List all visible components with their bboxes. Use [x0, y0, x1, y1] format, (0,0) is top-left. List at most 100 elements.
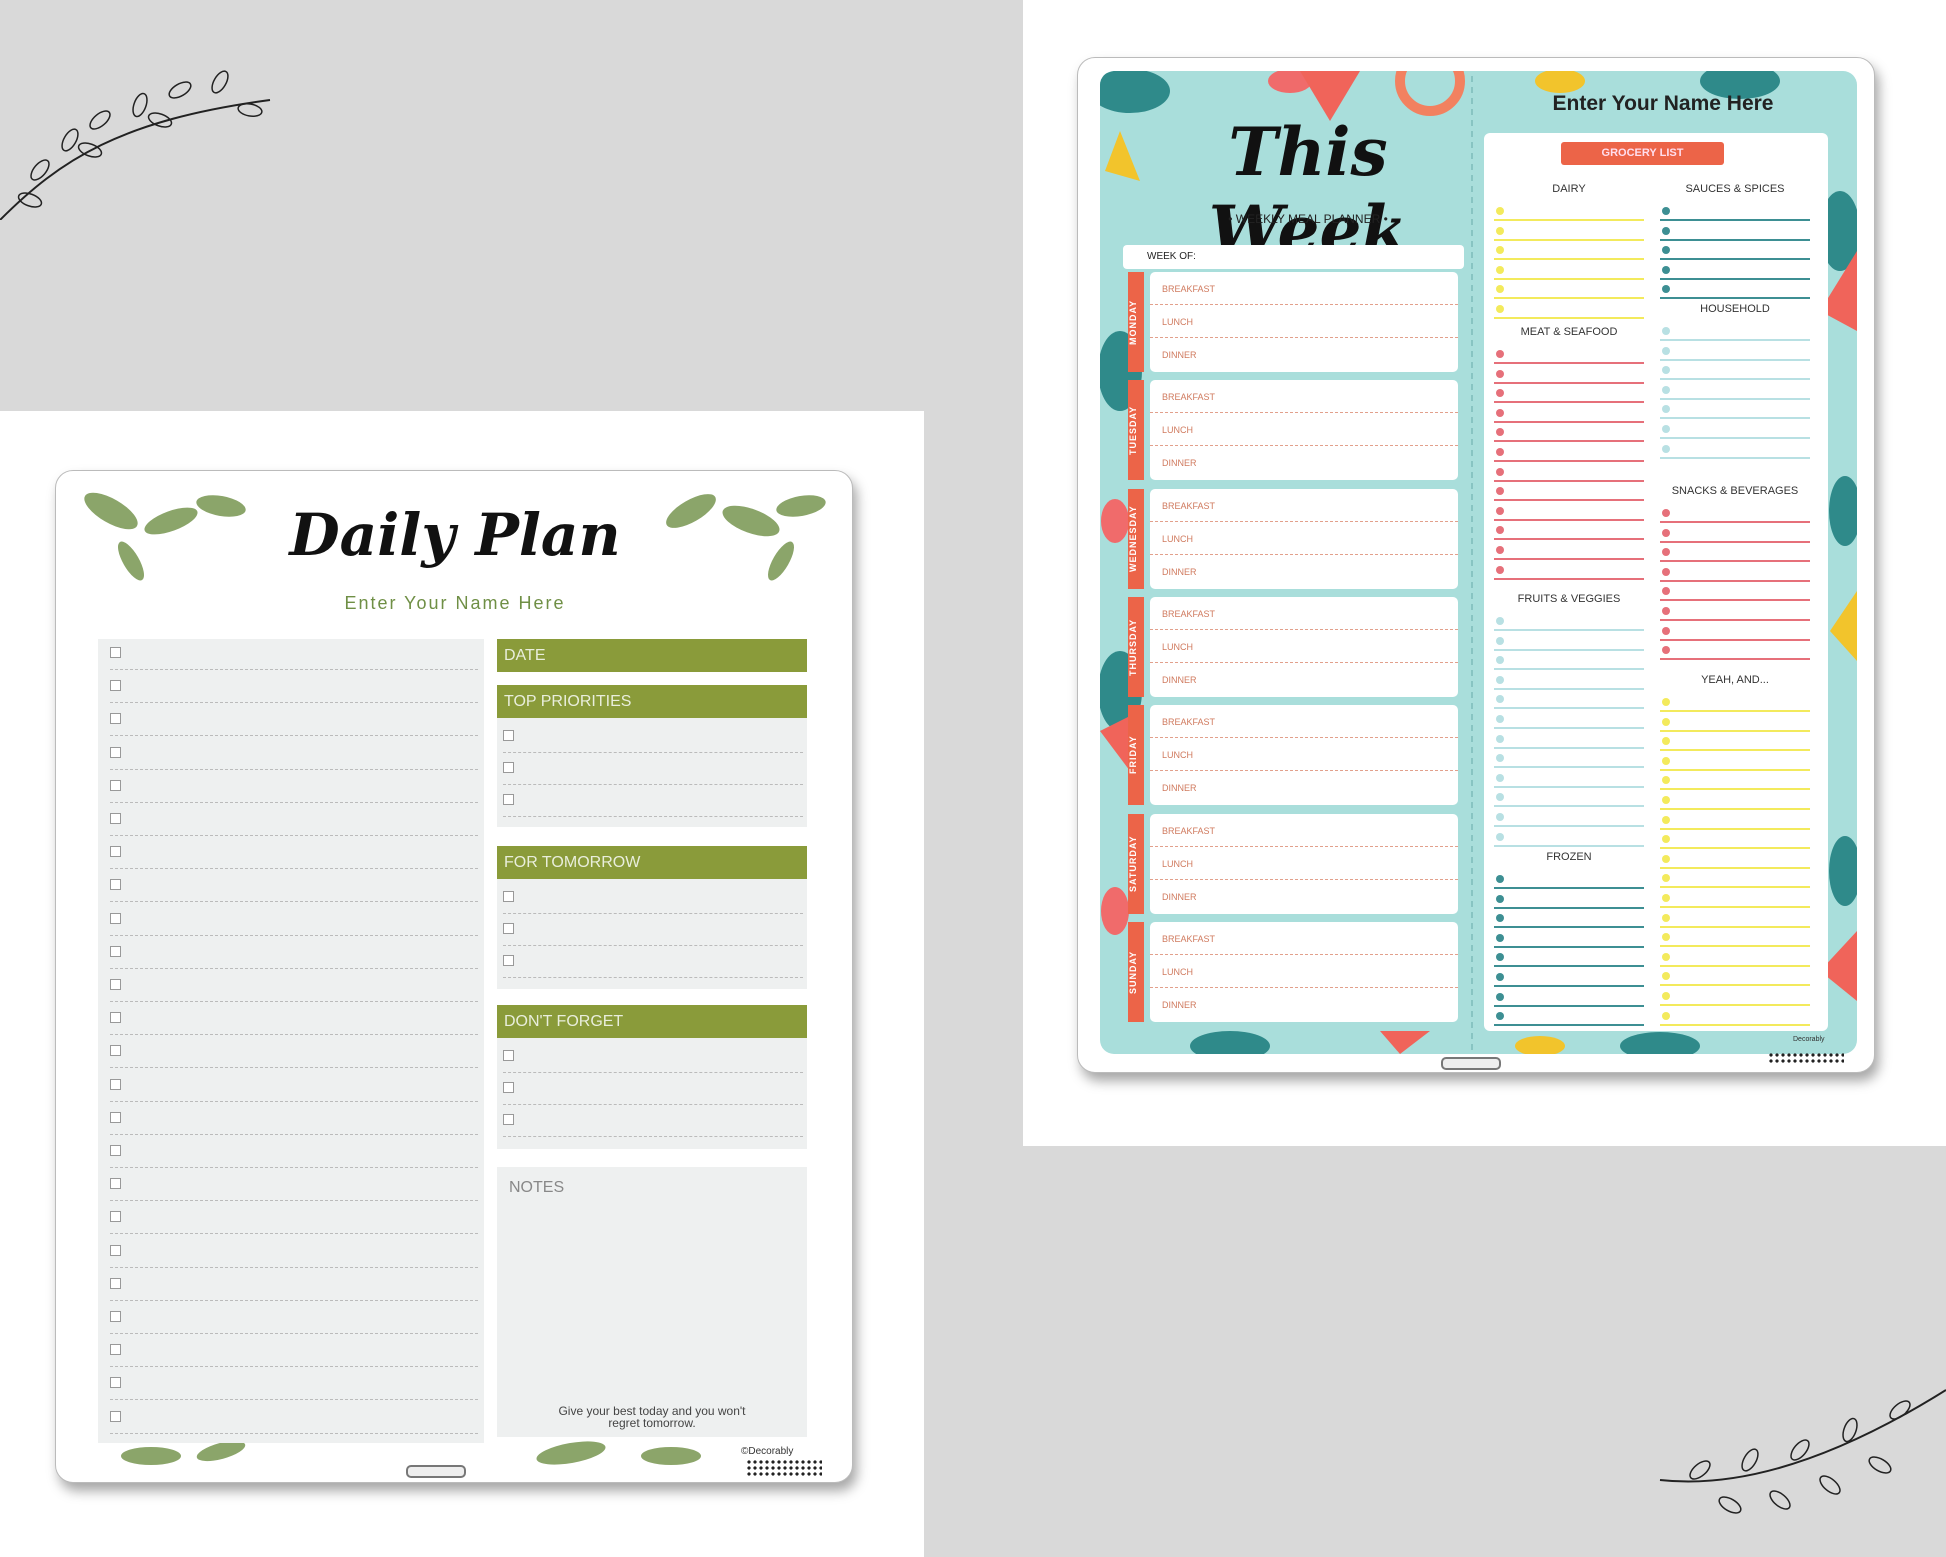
- meal-label: LUNCH: [1162, 858, 1194, 869]
- branch-decoration-top-left: [0, 70, 271, 220]
- task-checkbox[interactable]: [110, 1111, 121, 1123]
- task-checkbox[interactable]: [110, 647, 121, 658]
- bullet-dot: [1496, 813, 1504, 821]
- bullet-dot: [1496, 285, 1504, 294]
- task-checkbox[interactable]: [110, 1145, 121, 1156]
- bullet-dot: [1662, 528, 1670, 537]
- name-field[interactable]: Enter Your Name Here: [56, 593, 854, 614]
- name-field[interactable]: Enter Your Name Here: [1473, 92, 1853, 116]
- task-checkbox[interactable]: [110, 1178, 121, 1190]
- day-block: WEDNESDAY BREAKFAST LUNCH DINNER: [1128, 488, 1458, 589]
- item-checkbox[interactable]: [503, 730, 514, 741]
- item-line: [1494, 746, 1644, 749]
- task-checkbox[interactable]: [110, 1377, 121, 1389]
- weekly-meal-planner-subtitle: • WEEKLY MEAL PLANNER •: [1228, 212, 1388, 226]
- item-checkbox[interactable]: [503, 923, 514, 934]
- item-checkbox[interactable]: [503, 955, 514, 966]
- item-line: [1494, 629, 1644, 631]
- task-line: [110, 967, 478, 969]
- task-line: [110, 901, 478, 903]
- item-checkbox[interactable]: [503, 1050, 514, 1061]
- day-block: FRIDAY BREAKFAST LUNCH DINNER: [1128, 705, 1458, 806]
- daily-plan-board: Daily Plan Enter Your Name Here DATE TOP…: [55, 470, 853, 1483]
- item-line: [1494, 420, 1644, 423]
- day-meals: BREAKFAST LUNCH DINNER: [1150, 488, 1458, 589]
- task-checkbox[interactable]: [110, 1078, 121, 1090]
- task-checkbox[interactable]: [110, 846, 121, 858]
- item-line: [1494, 258, 1644, 261]
- bullet-dot: [1662, 776, 1670, 785]
- bullet-dot: [1496, 875, 1504, 883]
- item-checkbox[interactable]: [503, 1114, 514, 1125]
- bullet-dot: [1496, 914, 1504, 923]
- bullet-dot: [1662, 913, 1670, 922]
- bullet-dot: [1662, 548, 1670, 557]
- item-line: [1494, 317, 1644, 319]
- task-line: [110, 1034, 478, 1036]
- bullet-dot: [1496, 953, 1504, 962]
- bullet-dot: [1496, 675, 1504, 684]
- item-line: [1660, 437, 1810, 439]
- task-checkbox[interactable]: [110, 680, 121, 692]
- item-line: [1494, 727, 1644, 729]
- task-checkbox[interactable]: [110, 779, 121, 791]
- item-line: [1494, 707, 1644, 710]
- item-line: [1660, 297, 1810, 300]
- task-checkbox[interactable]: [110, 813, 121, 824]
- item-line: [1660, 964, 1810, 967]
- item-line: [503, 1072, 803, 1073]
- day-meals: BREAKFAST LUNCH DINNER: [1150, 813, 1458, 914]
- task-line: [110, 868, 478, 870]
- item-checkbox[interactable]: [503, 794, 514, 805]
- task-checkbox[interactable]: [110, 1344, 121, 1356]
- day-block: SATURDAY BREAKFAST LUNCH DINNER: [1128, 813, 1458, 914]
- task-checkbox[interactable]: [110, 1311, 121, 1322]
- item-line: [1660, 984, 1810, 987]
- grocery-list-button[interactable]: GROCERY LIST: [1561, 142, 1724, 165]
- bullet-dot: [1662, 346, 1670, 355]
- task-checkbox[interactable]: [110, 1244, 121, 1256]
- item-line: [1494, 381, 1644, 384]
- item-checkbox[interactable]: [503, 891, 514, 902]
- task-checkbox[interactable]: [110, 912, 121, 924]
- task-checkbox[interactable]: [110, 1012, 121, 1024]
- item-line: [1494, 805, 1644, 808]
- item-line: [1660, 258, 1810, 261]
- task-checkbox[interactable]: [110, 746, 121, 758]
- item-line: [503, 977, 803, 978]
- item-checkbox[interactable]: [503, 1082, 514, 1093]
- task-checkbox[interactable]: [110, 945, 121, 957]
- item-line: [1660, 219, 1810, 221]
- item-line: [1660, 658, 1810, 661]
- right-column: DATE TOP PRIORITIES FOR TOMORROW DON'T F…: [497, 639, 807, 1443]
- item-checkbox[interactable]: [503, 762, 514, 773]
- item-line: [1494, 687, 1644, 690]
- task-checkbox[interactable]: [110, 979, 121, 990]
- week-of-field[interactable]: WEEK OF:: [1123, 245, 1464, 269]
- task-checkbox[interactable]: [110, 879, 121, 891]
- bullet-dot: [1662, 226, 1670, 235]
- day-block: THURSDAY BREAKFAST LUNCH DINNER: [1128, 596, 1458, 697]
- task-checkbox[interactable]: [110, 1410, 121, 1422]
- meal-label: BREAKFAST: [1162, 392, 1216, 403]
- task-checkbox[interactable]: [110, 1045, 121, 1057]
- item-line: [1494, 965, 1644, 968]
- task-checkbox[interactable]: [110, 1211, 121, 1223]
- task-checkbox[interactable]: [110, 713, 121, 725]
- bullet-dot: [1662, 626, 1670, 635]
- grocery-section-yeah-and: YEAH, AND...: [1701, 674, 1769, 686]
- item-line: [1660, 847, 1810, 850]
- grocery-panel: GROCERY LIST DAIRY MEAT & SEAFOOD FRUITS &…: [1484, 133, 1828, 1031]
- bullet-dot: [1662, 854, 1670, 863]
- task-line: [110, 669, 478, 670]
- item-line: [1660, 1023, 1810, 1026]
- date-bar[interactable]: DATE: [497, 639, 807, 672]
- bullet-dot: [1662, 972, 1670, 981]
- dont-forget-box: [497, 1038, 807, 1149]
- task-checkbox[interactable]: [110, 1277, 121, 1289]
- meal-label: DINNER: [1162, 350, 1197, 360]
- task-line: [110, 768, 478, 770]
- notes-box[interactable]: NOTES Give your best today and you won't…: [497, 1167, 807, 1437]
- item-line: [1494, 766, 1644, 769]
- day-block: SUNDAY BREAKFAST LUNCH DINNER: [1128, 921, 1458, 1022]
